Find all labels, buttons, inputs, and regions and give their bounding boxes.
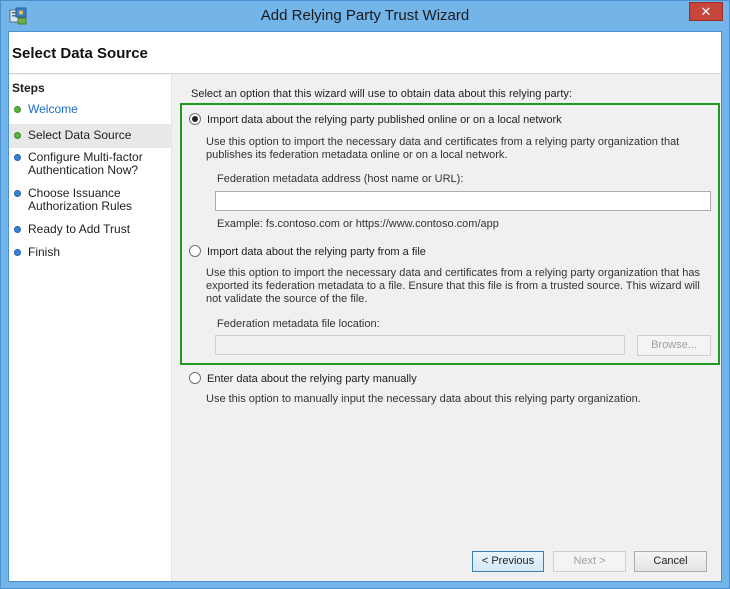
radio-import-online[interactable]	[189, 113, 201, 125]
metadata-file-input[interactable]	[215, 335, 625, 355]
step-configure-mfa[interactable]: Configure Multi-factor Authentication No…	[9, 151, 172, 177]
step-complete-icon	[14, 106, 21, 113]
option-online-label[interactable]: Import data about the relying party publ…	[207, 114, 562, 126]
title-bar[interactable]: Add Relying Party Trust Wizard ✕	[1, 1, 729, 31]
option-file-description: Use this option to import the necessary …	[206, 267, 701, 305]
steps-heading: Steps	[12, 81, 45, 95]
next-button[interactable]: Next >	[553, 551, 626, 572]
step-label: Welcome	[28, 102, 78, 116]
option-manual-description: Use this option to manually input the ne…	[206, 393, 641, 405]
step-label: Choose Issuance Authorization Rules	[28, 186, 133, 213]
metadata-address-input[interactable]	[215, 191, 711, 211]
page-header: Select Data Source	[9, 32, 721, 74]
radio-enter-manually[interactable]	[189, 372, 201, 384]
previous-button[interactable]: < Previous	[472, 551, 544, 572]
radio-import-file[interactable]	[189, 245, 201, 257]
step-pending-icon	[14, 190, 21, 197]
step-select-data-source[interactable]: Select Data Source	[9, 124, 172, 148]
close-button[interactable]: ✕	[689, 2, 723, 21]
step-pending-icon	[14, 226, 21, 233]
browse-button[interactable]: Browse...	[637, 335, 711, 356]
window-title: Add Relying Party Trust Wizard	[260, 7, 470, 24]
wizard-content: Select an option that this wizard will u…	[177, 75, 721, 535]
wizard-client-area: Select Data Source Steps Welcome Select …	[8, 31, 722, 582]
step-ready-to-add[interactable]: Ready to Add Trust	[9, 223, 172, 236]
metadata-address-label: Federation metadata address (host name o…	[217, 173, 464, 185]
option-file-label[interactable]: Import data about the relying party from…	[207, 246, 426, 258]
step-label: Finish	[28, 245, 61, 259]
step-pending-icon	[14, 154, 21, 161]
step-welcome[interactable]: Welcome	[9, 103, 172, 116]
metadata-address-example: Example: fs.contoso.com or https://www.c…	[217, 218, 499, 230]
step-label: Ready to Add Trust	[28, 222, 131, 236]
option-manual-label[interactable]: Enter data about the relying party manua…	[207, 373, 417, 385]
intro-text: Select an option that this wizard will u…	[191, 88, 572, 100]
step-pending-icon	[14, 249, 21, 256]
step-issuance-rules[interactable]: Choose Issuance Authorization Rules	[9, 187, 172, 213]
option-online-description: Use this option to import the necessary …	[206, 136, 680, 161]
wizard-window: Add Relying Party Trust Wizard ✕ Select …	[0, 0, 730, 589]
steps-sidebar: Steps Welcome Select Data Source Configu…	[9, 75, 172, 581]
metadata-file-label: Federation metadata file location:	[217, 318, 380, 330]
step-label: Configure Multi-factor Authentication No…	[28, 150, 143, 177]
step-finish[interactable]: Finish	[9, 246, 172, 259]
page-title: Select Data Source	[12, 45, 148, 62]
cancel-button[interactable]: Cancel	[634, 551, 707, 572]
step-label: Select Data Source	[28, 128, 132, 142]
step-complete-icon	[14, 132, 21, 139]
